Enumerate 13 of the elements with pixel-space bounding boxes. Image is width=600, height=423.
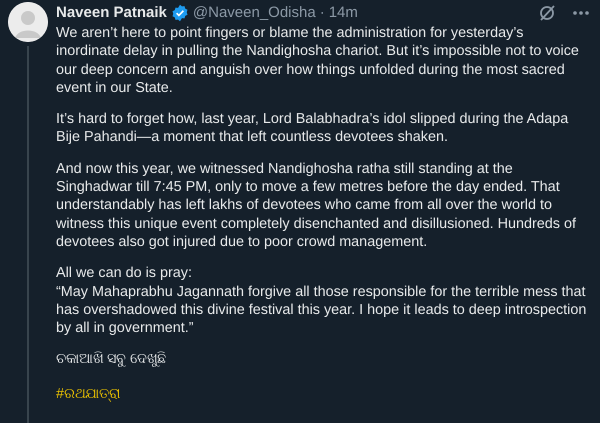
post-paragraph: It’s hard to forget how, last year, Lord Balabhadra’s idol slipped during the Adapa Bije Pahandi—a moment that left countless devotees shaken.	[56, 110, 570, 147]
post-paragraph: ଚକାଆଖି ସବୁ ଦେଖୁଛି	[56, 350, 167, 369]
more-icon[interactable]	[572, 10, 590, 16]
avatar-placeholder[interactable]	[8, 2, 48, 42]
post-time[interactable]: 14m	[328, 2, 358, 24]
post-paragraph: All we can do is pray: “May Mahaprabhu Jagannath forgive all those responsible for the terrible mess that has overshadowed this divine festival this year. I hope it leads to deep introspection by all in government.”	[56, 264, 588, 338]
author-name[interactable]: Naveen Patnaik	[56, 2, 167, 24]
user-handle[interactable]: @Naveen_Odisha	[192, 2, 316, 24]
post-paragraph: We aren’t here to point fingers or blame the administration for yesterday’s inordinate delay in pulling the Nandighosha chariot. But it’s impossible not to voice our deep concern and anguish over how things unfolded during the most sacred event in our State.	[56, 24, 580, 98]
post-paragraph: And now this year, we witnessed Nandighosha ratha still standing at the Singhadwar till 7:45 PM, only to move a few metres before the day ended. That understandably has left lakhs of devotees who came from all over the world to witness this unique event completely disenchanted and disillusioned. Hundreds of devotees also got injured due to poor crowd management.	[56, 160, 577, 252]
separator: ·	[320, 2, 325, 23]
hashtag-link[interactable]: #ରଥଯାତ୍ରା	[56, 386, 120, 402]
slashed-circle-icon[interactable]	[538, 4, 556, 22]
